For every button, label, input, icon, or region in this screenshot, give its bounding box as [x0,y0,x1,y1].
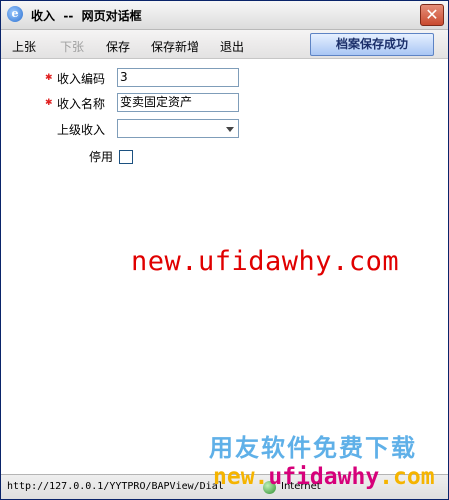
close-button[interactable]: ✕ [420,4,444,26]
exit-button[interactable]: 退出 [220,38,244,55]
parent-select[interactable] [117,119,239,138]
name-label: 收入名称 [57,97,106,111]
next-record-button[interactable]: 下张 [60,38,84,55]
required-mark-name: ✱ [45,98,53,108]
chevron-down-icon[interactable] [226,127,234,132]
title-bar: e 收入 -- 网页对话框 ✕ [1,1,448,30]
name-input[interactable]: 变卖固定资产 [117,93,239,112]
dialog-window: e 收入 -- 网页对话框 ✕ 上张 下张 保存 保存新增 退出 档案保存成功 … [0,0,449,500]
watermark-center-text: new.ufidawhy.com [131,246,400,277]
watermark-url-part3: .com [379,464,435,490]
ie-page-icon: e [7,6,23,22]
code-label: 收入编码 [57,72,106,86]
prev-record-button[interactable]: 上张 [12,38,36,55]
disabled-checkbox[interactable] [119,150,133,164]
status-url: http://127.0.0.1/YYTPRO/BAPView/Dial [7,481,224,492]
watermark-chinese-text: 用友软件免费下载 [209,434,417,462]
disabled-label: 停用 [89,150,114,164]
code-input[interactable]: 3 [117,68,239,87]
save-button[interactable]: 保存 [106,38,130,55]
parent-label: 上级收入 [57,123,106,137]
required-mark-code: ✱ [45,73,53,83]
watermark-url: new.ufidawhy.com [213,464,435,490]
window-title: 收入 -- 网页对话框 [31,9,142,23]
watermark-url-part1: new. [213,464,269,490]
save-and-new-button[interactable]: 保存新增 [151,38,199,55]
watermark-url-part2: ufidawhy [268,464,380,490]
save-success-toast: 档案保存成功 [310,33,434,56]
